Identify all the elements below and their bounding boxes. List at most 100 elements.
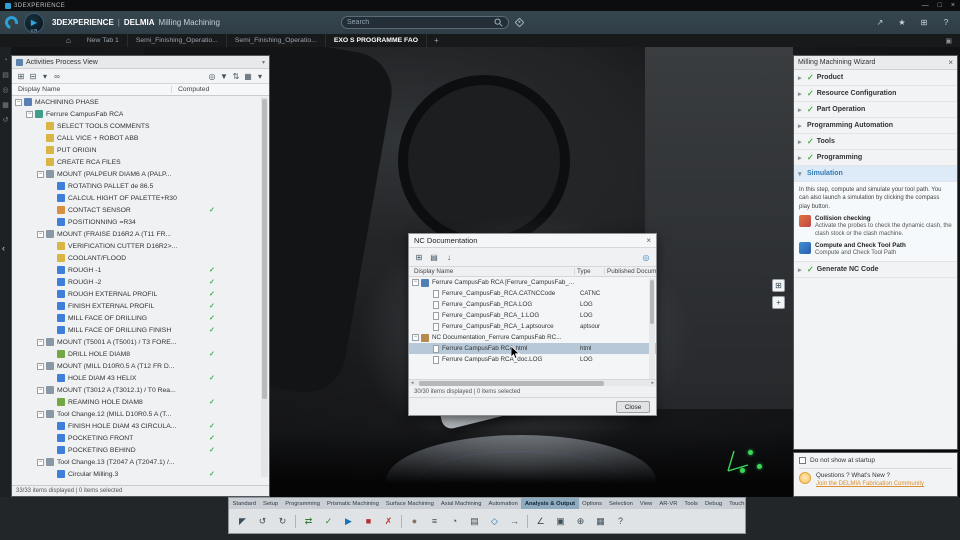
collision-check-icon[interactable]: ✗	[381, 514, 396, 529]
tree-row[interactable]: − Ferrure CampusFab RCA	[12, 108, 269, 120]
wizard-step-resource-configuration[interactable]: ▸ ✓ Resource Configuration	[794, 86, 957, 102]
document-tab-semi-finishing-operatio[interactable]: Semi_Finishing_Operatio...	[128, 34, 227, 47]
tree-row[interactable]: MILL FACE OF DRILLING FINISH ✓	[12, 324, 269, 336]
model-tree-icon[interactable]: ▤	[2, 72, 9, 80]
community-link[interactable]: Join the DELMIA Fabrication Community	[816, 481, 924, 487]
home-icon[interactable]: ⌂	[66, 36, 71, 45]
select-icon[interactable]: ◤	[235, 514, 250, 529]
do-not-show-checkbox[interactable]	[799, 457, 806, 464]
document-tab-new-tab-1[interactable]: New Tab 1	[79, 34, 128, 47]
tree-row[interactable]: FINISH EXTERNAL PROFIL ✓	[12, 300, 269, 312]
document-row[interactable]: Ferrure_CampusFab_RCA.CATNCCode CATNC	[409, 288, 656, 299]
document-tab-semi-finishing-operatio[interactable]: Semi_Finishing_Operatio...	[227, 34, 326, 47]
tree-expander-icon[interactable]: −	[37, 458, 44, 466]
zoom-area-icon[interactable]: ⊕	[573, 514, 588, 529]
collapse-panel-handle[interactable]: ‹	[2, 243, 5, 253]
actionbar-tab-programming[interactable]: Programming	[282, 498, 324, 509]
open-document-icon[interactable]: ▤	[428, 251, 440, 263]
document-row[interactable]: Ferrure CampusFab RCA_doc.LOG LOG	[409, 354, 656, 365]
apps-grid-icon[interactable]: ⊞	[918, 18, 930, 27]
tree-row[interactable]: − MACHINING PHASE	[12, 96, 269, 108]
material-removal-icon[interactable]: ●	[407, 514, 422, 529]
tree-expander-icon[interactable]: −	[412, 279, 419, 286]
tree-row[interactable]: − MOUNT (T3012 A (T3012.1) / T0 Rea...	[12, 384, 269, 396]
tree-row[interactable]: ROUGH EXTERNAL PROFIL ✓	[12, 288, 269, 300]
scrollbar-thumb[interactable]	[650, 280, 654, 324]
help-icon[interactable]: ?	[940, 18, 952, 27]
link-view-icon[interactable]: ∞	[51, 70, 63, 82]
tree-expander-icon[interactable]: −	[37, 410, 44, 418]
tree-row[interactable]: PUT ORIGIN	[12, 144, 269, 156]
wizard-step-simulation[interactable]: ▾ Simulation	[794, 166, 957, 182]
scroll-left-icon[interactable]: ◂	[411, 380, 414, 386]
update-icon[interactable]: ⇄	[301, 514, 316, 529]
dialog-hscrollbar[interactable]: ◂ ▸	[409, 379, 656, 386]
tree-row[interactable]: Circular Milling.3 ✓	[12, 468, 269, 480]
tree-row[interactable]: − MOUNT (T5001 A (T5001) / T3 FORE...	[12, 336, 269, 348]
actionbar-tab-surface-machining[interactable]: Surface Machining	[382, 498, 437, 509]
simulate-play-icon[interactable]: ▶	[341, 514, 356, 529]
view-settings-icon[interactable]: ▦	[593, 514, 608, 529]
maximize-button[interactable]: □	[938, 0, 942, 11]
new-tab-button[interactable]: +	[427, 36, 446, 45]
view-mode-icon[interactable]: ▾	[39, 70, 51, 82]
dialog-column-published[interactable]: Published Documen...	[604, 268, 656, 275]
scroll-right-icon[interactable]: ▸	[651, 380, 654, 386]
section-view-icon[interactable]: ▣	[553, 514, 568, 529]
tree-row[interactable]: VERIFICATION CUTTER D16R2>...	[12, 240, 269, 252]
nc-documentation-icon[interactable]: ▤	[467, 514, 482, 529]
tree-row[interactable]: − Tool Change.13 (T2047 A (T2047.1) /...	[12, 456, 269, 468]
tree-row[interactable]: − MOUNT (FRAISE D16R2 A (T11 FR...	[12, 228, 269, 240]
document-row[interactable]: − Ferrure CampusFab RCA [Ferrure_CampusFa…	[409, 277, 656, 288]
actionbar-tab-axial-machining[interactable]: Axial Machining	[437, 498, 485, 509]
tree-expander-icon[interactable]: −	[37, 362, 44, 370]
panel-layout-icon[interactable]: ▣	[945, 37, 952, 45]
tree-row[interactable]: CONTACT SENSOR ✓	[12, 204, 269, 216]
column-display-name[interactable]: Display Name	[12, 86, 172, 93]
gantt-chart-icon[interactable]: ≡	[427, 514, 442, 529]
tree-expander-icon[interactable]: −	[37, 338, 44, 346]
actionbar-tab-standard[interactable]: Standard	[229, 498, 260, 509]
tree-expander-icon[interactable]: −	[37, 170, 44, 178]
actionbar-tab-analysis-output[interactable]: Analysis & Output	[521, 498, 579, 509]
dialog-search-icon[interactable]: ◎	[640, 251, 652, 263]
wizard-step-generate-nc-code[interactable]: ▸ ✓ Generate NC Code	[794, 262, 957, 279]
columns-icon[interactable]: ▦	[242, 70, 254, 82]
actionbar-tab-prismatic-machining[interactable]: Prismatic Machining	[323, 498, 382, 509]
minimize-button[interactable]: —	[922, 0, 929, 11]
wizard-close-icon[interactable]: ×	[948, 58, 953, 67]
wizard-step-product[interactable]: ▸ ✓ Product	[794, 70, 957, 86]
compass-play-button[interactable]: ▶ V.R	[24, 12, 44, 33]
compass-icon[interactable]: ◔	[3, 57, 7, 65]
document-tab-exo-s-programme-fao[interactable]: EXO S PROGRAMME FAO	[326, 34, 428, 47]
document-row[interactable]: Ferrure_CampusFab_RCA_1.aptsource aptsour	[409, 321, 656, 332]
tree-row[interactable]: CALL VICE + ROBOT ABB	[12, 132, 269, 144]
help-icon[interactable]: ?	[613, 514, 628, 529]
wizard-action-item[interactable]: Compute and Check Tool Path Compute and C…	[799, 242, 952, 257]
actionbar-tab-selection[interactable]: Selection	[606, 498, 637, 509]
view-manipulation-icon[interactable]: ⊞	[772, 279, 785, 292]
collapse-all-icon[interactable]: ⊟	[27, 70, 39, 82]
tree-expander-icon[interactable]: −	[15, 98, 22, 106]
tree-row[interactable]: DRILL HOLE DIAM8 ✓	[12, 348, 269, 360]
panel-options-icon[interactable]: ▾	[254, 70, 266, 82]
tree-row[interactable]: − MOUNT (MILL D10R0.5 A (T12 FR D...	[12, 360, 269, 372]
column-computed[interactable]: Computed	[172, 86, 209, 93]
tree-row[interactable]: MILL FACE OF DRILLING ✓	[12, 312, 269, 324]
insert-activity-icon[interactable]: ⊞	[15, 70, 27, 82]
wizard-action-item[interactable]: Collision checking Activate the probes to…	[799, 215, 952, 238]
tag-icon[interactable]	[514, 17, 525, 28]
actionbar-tab-touch[interactable]: Touch	[726, 498, 745, 509]
tree-row[interactable]: HOLE DIAM 43 HELIX ✓	[12, 372, 269, 384]
actionbar-tab-view[interactable]: View	[636, 498, 655, 509]
wizard-step-part-operation[interactable]: ▸ ✓ Part Operation	[794, 102, 957, 118]
search-icon[interactable]	[494, 18, 503, 27]
dialog-scrollbar[interactable]	[649, 278, 655, 387]
tree-row[interactable]: ROTATING PALLET de 86.5	[12, 180, 269, 192]
redo-icon[interactable]: ↻	[275, 514, 290, 529]
tree-scrollbar[interactable]	[261, 97, 268, 477]
filter-icon[interactable]: ▼	[218, 70, 230, 82]
tree-row[interactable]: ROUGH -1 ✓	[12, 264, 269, 276]
share-icon[interactable]: ↗	[874, 18, 886, 27]
select-all-icon[interactable]: ⊞	[413, 251, 425, 263]
